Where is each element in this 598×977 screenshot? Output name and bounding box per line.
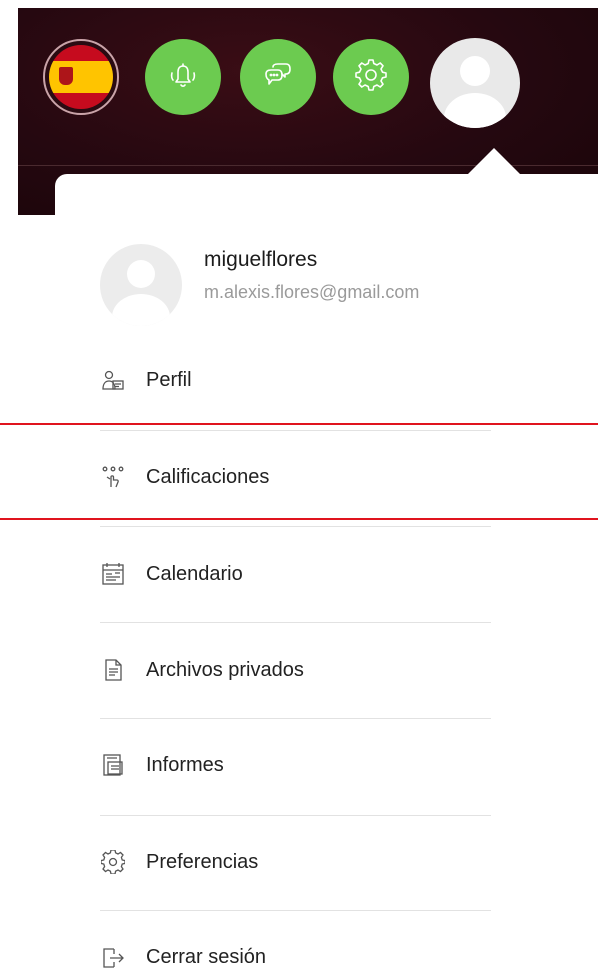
menu-item-calificaciones[interactable]: Calificaciones (100, 457, 492, 497)
dropdown-caret (468, 148, 520, 174)
menu-item-informes[interactable]: Informes (100, 745, 492, 785)
logout-icon (100, 944, 126, 970)
language-selector[interactable] (43, 39, 119, 115)
username: miguelflores (204, 248, 318, 271)
calendar-icon (100, 561, 126, 587)
menu-item-cerrar-sesion[interactable]: Cerrar sesión (100, 937, 492, 977)
bell-icon (166, 58, 200, 97)
menu-item-preferencias[interactable]: Preferencias (100, 842, 492, 882)
highlight-line-bottom (0, 518, 598, 520)
settings-button[interactable] (333, 39, 409, 115)
menu-divider (100, 526, 491, 527)
menu-divider (100, 718, 491, 719)
menu-item-perfil[interactable]: Perfil (100, 360, 492, 400)
spain-flag-icon (49, 45, 113, 109)
file-icon (100, 657, 126, 683)
messages-button[interactable] (240, 39, 316, 115)
grades-icon (100, 464, 126, 490)
menu-divider (100, 430, 491, 431)
menu-item-calendario[interactable]: Calendario (100, 554, 492, 594)
user-avatar-button[interactable] (430, 38, 520, 128)
reports-icon (100, 752, 126, 778)
menu-divider (100, 622, 491, 623)
menu-divider (100, 910, 491, 911)
highlight-line-top (0, 423, 598, 425)
chat-icon (261, 58, 295, 97)
avatar (100, 244, 182, 326)
menu-divider (100, 815, 491, 816)
gear-icon (354, 58, 388, 97)
notifications-button[interactable] (145, 39, 221, 115)
user-email: m.alexis.flores@gmail.com (204, 282, 420, 302)
gear-icon (100, 849, 126, 875)
menu-item-archivos-privados[interactable]: Archivos privados (100, 650, 492, 690)
profile-icon (100, 367, 126, 393)
